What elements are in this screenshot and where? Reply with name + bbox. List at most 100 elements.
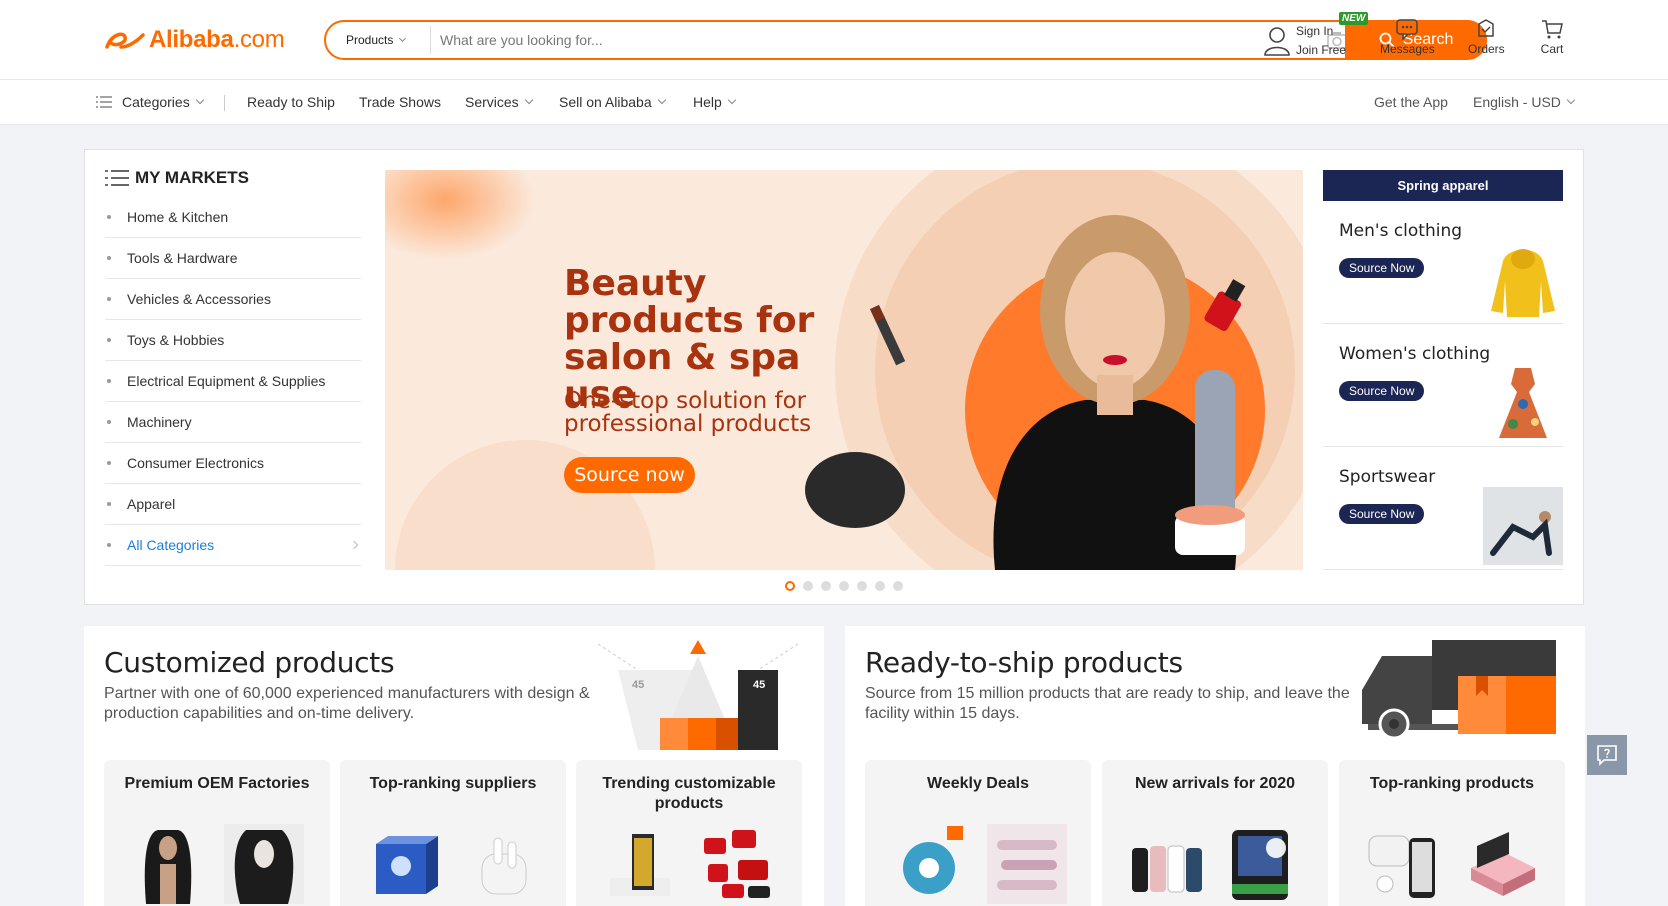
market-item[interactable]: Vehicles & Accessories	[105, 279, 361, 320]
language-label: English - USD	[1473, 94, 1561, 110]
top-header: Alibaba.com Products Search Sign In Join…	[0, 0, 1668, 80]
search-input[interactable]	[440, 28, 1260, 52]
nav-trade-shows-label: Trade Shows	[359, 94, 441, 110]
my-markets-menu: MY MARKETS Home & Kitchen Tools & Hardwa…	[105, 166, 361, 566]
top-ranking-suppliers-card[interactable]: Top-ranking suppliers	[340, 760, 566, 906]
cart-label: Cart	[1540, 42, 1564, 56]
top-ranking-products-card[interactable]: Top-ranking products	[1339, 760, 1565, 906]
packaging-image	[376, 836, 438, 894]
weekly-deals-card[interactable]: Weekly Deals	[865, 760, 1091, 906]
messages-button[interactable]: Messages	[1380, 18, 1435, 56]
banner-source-now-button[interactable]: Source now	[564, 457, 695, 493]
dress-image	[1499, 368, 1547, 438]
apparel-card[interactable]: Men's clothing Source Now	[1323, 201, 1563, 324]
nav-services-label: Services	[465, 94, 519, 110]
carousel-dot[interactable]	[785, 581, 795, 591]
nav-ready-to-ship-label: Ready to Ship	[247, 94, 335, 110]
card-title: Top-ranking products	[1369, 775, 1535, 792]
trending-customizable-products-card[interactable]: Trending customizable products	[576, 760, 802, 906]
nav-sell-on-alibaba[interactable]: Sell on Alibaba	[559, 94, 666, 110]
account-menu[interactable]: Sign In Join Free	[1262, 22, 1346, 60]
source-now-button[interactable]: Source Now	[1339, 504, 1425, 524]
banner-subline: One-stop solution for professional produ…	[564, 388, 812, 437]
sign-in-link[interactable]: Sign In	[1296, 22, 1346, 41]
source-now-button[interactable]: Source Now	[1339, 381, 1425, 401]
nav-services[interactable]: Services	[465, 94, 533, 110]
bullet-icon	[107, 543, 111, 547]
cart-button[interactable]: Cart	[1540, 18, 1564, 56]
chevron-right-icon	[349, 540, 359, 550]
tool-kit-image	[704, 830, 770, 898]
search-category-select[interactable]: Products	[346, 33, 407, 47]
earbuds-image	[481, 837, 527, 895]
carousel-dot[interactable]	[803, 581, 813, 591]
premium-oem-factories-card[interactable]: Premium OEM Factories	[104, 760, 330, 906]
carousel-dot[interactable]	[839, 581, 849, 591]
alibaba-logo[interactable]: Alibaba .com	[103, 26, 285, 54]
user-icon	[1264, 27, 1290, 56]
market-item[interactable]: Consumer Electronics	[105, 443, 361, 484]
nav-categories[interactable]: Categories	[96, 94, 204, 110]
gift-box-image	[610, 834, 670, 896]
new-arrivals-card[interactable]: New arrivals for 2020	[1102, 760, 1328, 906]
nav-help-label: Help	[693, 94, 722, 110]
bullet-icon	[107, 379, 111, 383]
get-app-link[interactable]: Get the App	[1374, 94, 1448, 110]
market-item-label: Toys & Hobbies	[127, 332, 225, 348]
graphic-label: 45	[632, 679, 644, 691]
messages-label: Messages	[1380, 42, 1435, 56]
apparel-card[interactable]: Women's clothing Source Now	[1323, 324, 1563, 447]
bullet-icon	[107, 420, 111, 424]
truck-graphic	[1362, 640, 1556, 740]
search-category-label: Products	[346, 33, 394, 47]
chevron-down-icon	[727, 95, 737, 105]
my-markets-title-label: MY MARKETS	[135, 168, 249, 187]
card-title: Premium OEM Factories	[124, 775, 310, 792]
carousel-dot[interactable]	[875, 581, 885, 591]
language-currency-select[interactable]: English - USD	[1473, 94, 1576, 110]
sportswear-image	[1483, 487, 1563, 565]
feedback-button[interactable]	[1587, 735, 1627, 775]
orders-button[interactable]: Orders	[1468, 18, 1505, 56]
carousel-dot[interactable]	[821, 581, 831, 591]
join-free-link[interactable]: Join Free	[1296, 41, 1346, 60]
main-nav: Categories Ready to Ship Trade Shows Ser…	[0, 80, 1668, 125]
label-roll-image	[903, 826, 963, 894]
nav-trade-shows[interactable]: Trade Shows	[359, 94, 441, 110]
market-item[interactable]: Tools & Hardware	[105, 238, 361, 279]
market-item[interactable]: Home & Kitchen	[105, 197, 361, 238]
hero-banner[interactable]: Beauty products for salon & spa use One-…	[385, 170, 1303, 570]
nav-help[interactable]: Help	[693, 94, 737, 110]
market-item[interactable]: Apparel	[105, 484, 361, 525]
all-categories-link[interactable]: All Categories	[105, 525, 361, 566]
customized-graphic: 45 45	[598, 640, 798, 750]
hair-clips-image	[987, 824, 1067, 904]
logo-suffix: .com	[233, 26, 285, 53]
ready-to-ship-description: Source from 15 million products that are…	[865, 685, 1350, 722]
nav-ready-to-ship[interactable]: Ready to Ship	[247, 94, 335, 110]
apparel-card[interactable]: Sportswear Source Now	[1323, 447, 1563, 570]
market-item[interactable]: Electrical Equipment & Supplies	[105, 361, 361, 402]
tumblers-image	[1132, 845, 1202, 893]
source-now-button[interactable]: Source Now	[1339, 258, 1425, 278]
carousel-dot[interactable]	[893, 581, 903, 591]
hoodie-image	[1491, 249, 1555, 317]
market-item[interactable]: Toys & Hobbies	[105, 320, 361, 361]
bullet-icon	[107, 256, 111, 260]
feedback-icon	[1597, 745, 1617, 766]
market-item-label: Consumer Electronics	[127, 455, 264, 471]
curly-wig-image	[224, 824, 304, 904]
chevron-down-icon	[524, 95, 533, 105]
market-item-label: Home & Kitchen	[127, 209, 229, 225]
carousel-dots	[785, 581, 903, 591]
card-title: Weekly Deals	[927, 775, 1029, 792]
all-categories-label: All Categories	[127, 537, 215, 553]
spring-apparel-panel: Spring apparel Men's clothing Source Now…	[1323, 170, 1563, 570]
ready-to-ship-title: Ready-to-ship products	[865, 646, 1183, 679]
bullet-icon	[107, 461, 111, 465]
apparel-card-title: Women's clothing	[1339, 344, 1491, 364]
carousel-dot[interactable]	[857, 581, 867, 591]
market-item[interactable]: Machinery	[105, 402, 361, 443]
markets-list: Home & Kitchen Tools & Hardware Vehicles…	[105, 197, 361, 566]
bullet-icon	[107, 215, 111, 219]
